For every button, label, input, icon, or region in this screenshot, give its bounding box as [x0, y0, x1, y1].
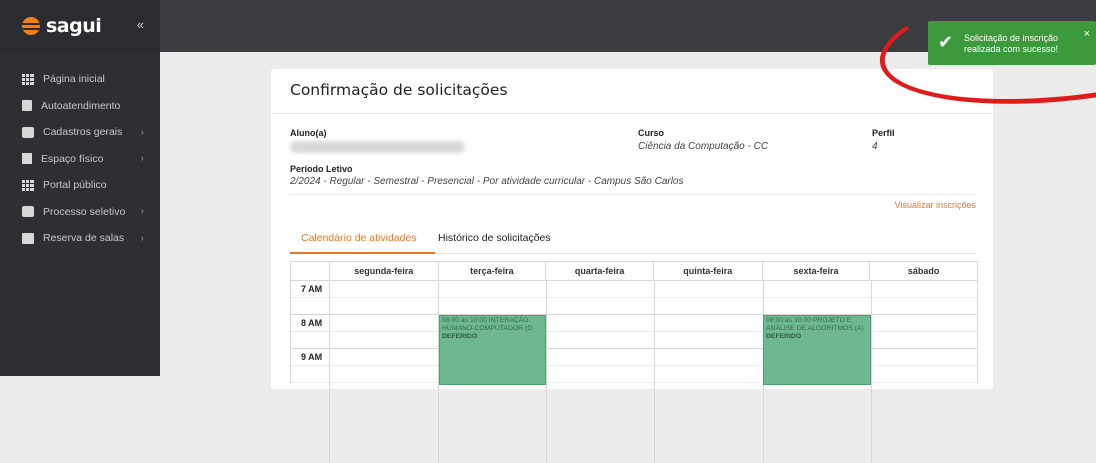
check-icon: ✔: [938, 32, 954, 52]
time-slot-row: 7 AM: [291, 281, 977, 298]
grid-line: [654, 280, 655, 463]
sidebar-item-espaco-fisico[interactable]: Espaço físico ›: [0, 146, 160, 173]
box-icon: [22, 126, 34, 138]
chevron-right-icon: ›: [140, 232, 144, 244]
sagui-logo-icon: [22, 17, 40, 35]
close-icon[interactable]: ×: [1084, 28, 1090, 40]
success-toast: ✔ Solicitação de inscrição realizada com…: [928, 21, 1096, 65]
sidebar-item-autoatendimento[interactable]: Autoatendimento: [0, 93, 160, 120]
building-icon: [22, 153, 32, 165]
sidebar-item-reserva-de-salas[interactable]: Reserva de salas ›: [0, 225, 160, 252]
document-icon: [22, 100, 32, 112]
tabs: Calendário de atividades Histórico de so…: [290, 226, 976, 254]
briefcase-icon: [22, 232, 34, 244]
divider: [290, 194, 976, 195]
sidebar-item-label: Portal público: [43, 179, 107, 192]
day-header: quinta-feira: [652, 262, 762, 280]
day-header: terça-feira: [437, 262, 546, 280]
calendar-event[interactable]: 08:00 às 10:00 INTERAÇÃO HUMANO-COMPUTAD…: [439, 315, 546, 385]
collapse-sidebar-icon[interactable]: «: [137, 17, 144, 32]
sidebar-item-label: Autoatendimento: [41, 99, 121, 112]
active-tab-indicator: [290, 252, 435, 254]
sidebar-item-label: Reserva de salas: [43, 232, 125, 245]
day-header: sexta-feira: [761, 262, 870, 280]
sidebar: sagui « Página inicial Autoatendimento C…: [0, 0, 160, 376]
sidebar-item-label: Espaço físico: [41, 152, 104, 165]
sidebar-item-label: Cadastros gerais: [43, 126, 123, 139]
sidebar-nav: Página inicial Autoatendimento Cadastros…: [0, 66, 160, 252]
tab-historico[interactable]: Histórico de solicitações: [438, 232, 551, 244]
day-header: sábado: [869, 262, 977, 280]
sidebar-item-portal-publico[interactable]: Portal público: [0, 172, 160, 199]
day-header: segunda-feira: [328, 262, 438, 280]
tab-calendario[interactable]: Calendário de atividades: [301, 232, 417, 244]
event-status: DEFERIDO: [442, 333, 478, 340]
time-label: 8 AM: [301, 318, 323, 328]
brand-name: sagui: [46, 15, 102, 37]
calendar-header: segunda-feira terça-feira quarta-feira q…: [291, 262, 977, 281]
sidebar-item-cadastros-gerais[interactable]: Cadastros gerais ›: [0, 119, 160, 146]
day-header: quarta-feira: [545, 262, 653, 280]
time-slot-row: [291, 298, 977, 315]
sidebar-item-label: Página inicial: [43, 73, 105, 86]
event-status: DEFERIDO: [766, 333, 802, 340]
curso-value: Ciência da Computação - CC: [638, 141, 769, 152]
perfil-label: Perfil: [872, 128, 895, 138]
time-slot-row: [291, 366, 977, 383]
box-icon: [22, 206, 34, 218]
periodo-label: Período Letivo: [290, 164, 353, 174]
event-time: 08:00 às 10:00: [766, 317, 811, 324]
aluno-label: Aluno(a): [290, 128, 327, 138]
time-slot-row: 9 AM: [291, 349, 977, 366]
time-slot-row: 8 AM: [291, 315, 977, 332]
calendar-event[interactable]: 08:00 às 10:00 PROJETO E ANÁLISE DE ALGO…: [763, 315, 871, 385]
sidebar-item-pagina-inicial[interactable]: Página inicial: [0, 66, 160, 93]
grid-icon: [22, 179, 34, 191]
sidebar-item-label: Processo seletivo: [43, 205, 126, 218]
time-label: 7 AM: [301, 284, 323, 294]
grid-line: [546, 280, 547, 463]
curso-label: Curso: [638, 128, 665, 138]
grid-line: [871, 280, 872, 463]
toast-message: Solicitação de inscrição realizada com s…: [964, 33, 1059, 54]
aluno-name-redacted: [290, 141, 465, 153]
visualizar-inscricoes-link[interactable]: Visualizar inscrições: [895, 200, 976, 210]
calendar: segunda-feira terça-feira quarta-feira q…: [290, 261, 978, 463]
periodo-value: 2/2024 - Regular - Semestral - Presencia…: [290, 176, 684, 187]
chevron-right-icon: ›: [140, 126, 144, 138]
time-column-header: [291, 262, 329, 280]
sidebar-item-processo-seletivo[interactable]: Processo seletivo ›: [0, 199, 160, 226]
grid-line: [329, 280, 330, 463]
event-time: 08:00 às 10:00: [442, 317, 487, 324]
chevron-right-icon: ›: [140, 206, 144, 218]
page-title: Confirmação de solicitações: [290, 81, 508, 99]
perfil-value: 4: [872, 141, 878, 152]
confirmation-card: Confirmação de solicitações Aluno(a) Cur…: [271, 69, 993, 463]
time-slot-row: [291, 332, 977, 349]
grid-icon: [22, 73, 34, 85]
brand[interactable]: sagui «: [0, 0, 160, 52]
chevron-right-icon: ›: [140, 153, 144, 165]
time-label: 9 AM: [301, 352, 323, 362]
divider: [271, 113, 993, 114]
